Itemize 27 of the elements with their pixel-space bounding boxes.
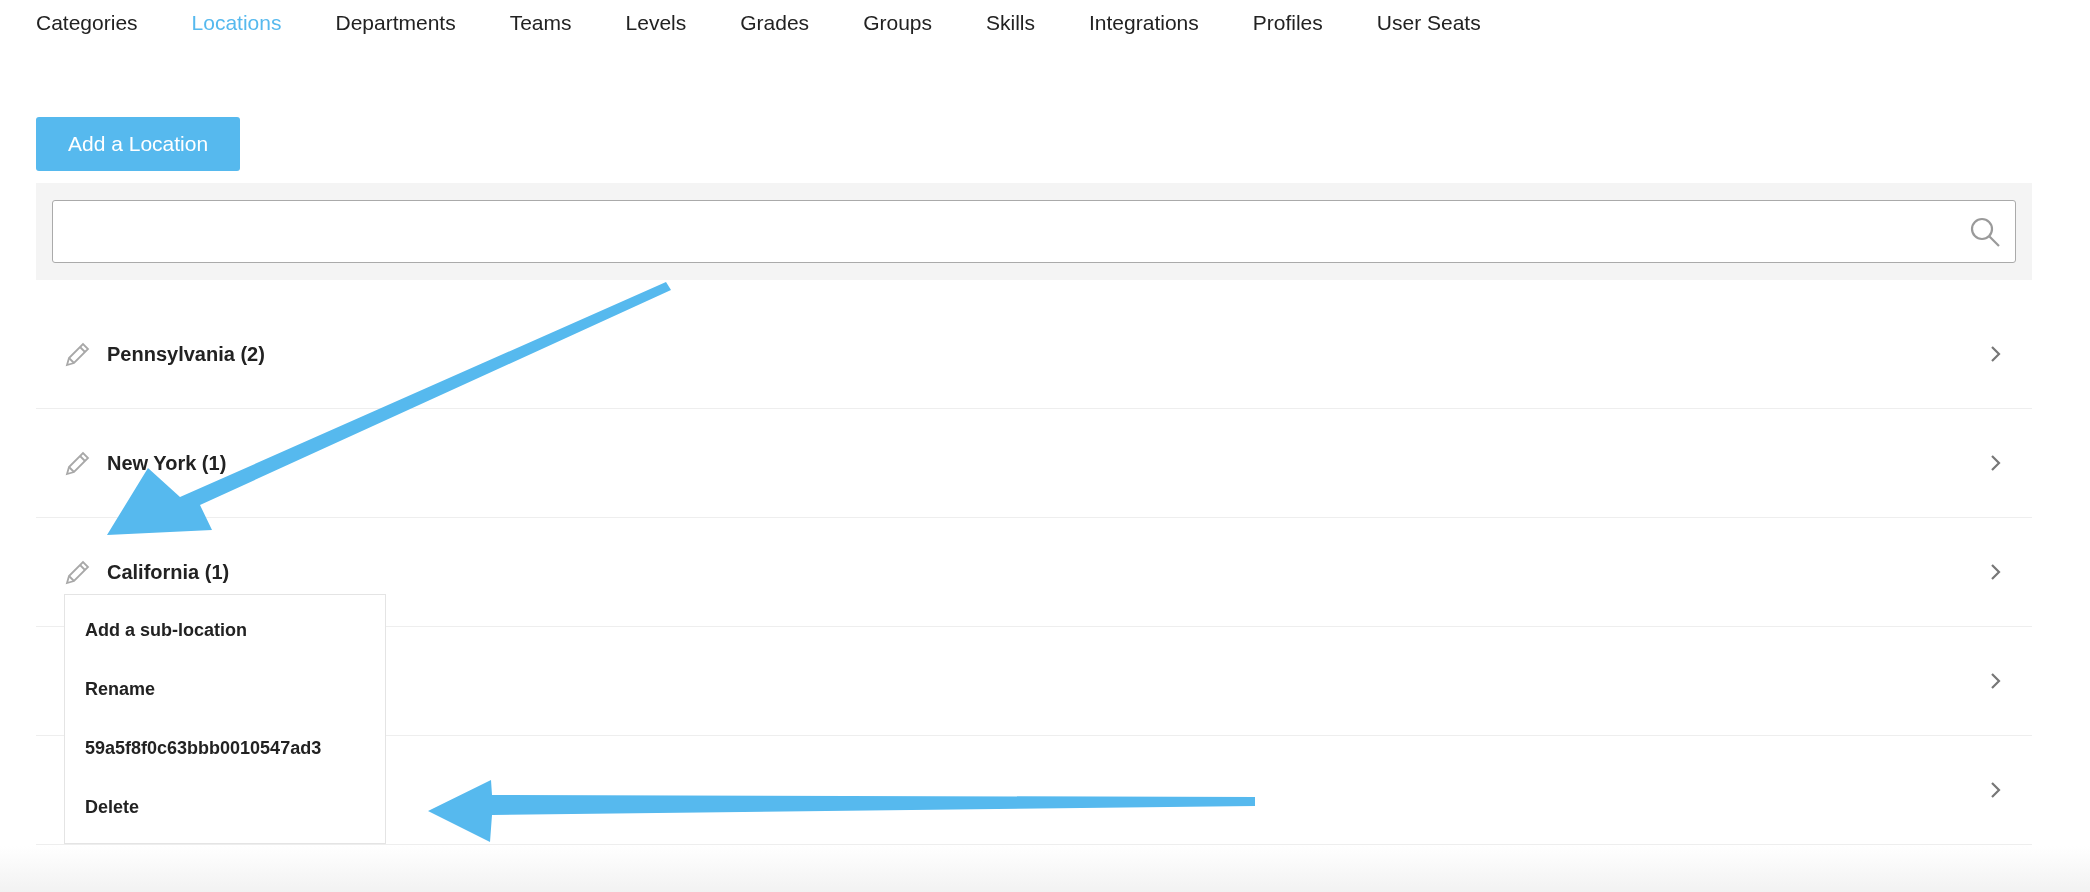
tab[interactable]: Departments: [335, 7, 456, 39]
tab[interactable]: Skills: [986, 7, 1035, 39]
chevron-right-icon[interactable]: [1990, 454, 2002, 472]
chevron-right-icon[interactable]: [1990, 345, 2002, 363]
chevron-right-icon[interactable]: [1990, 563, 2002, 581]
pencil-icon[interactable]: [64, 340, 92, 368]
tab[interactable]: Teams: [509, 7, 572, 39]
location-name[interactable]: Pennsylvania (2): [107, 339, 265, 369]
menu-item[interactable]: Delete: [65, 778, 385, 837]
menu-item[interactable]: Rename: [65, 660, 385, 719]
tab[interactable]: Integrations: [1089, 7, 1199, 39]
menu-item[interactable]: 59a5f8f0c63bbb0010547ad3: [65, 719, 385, 778]
chevron-right-icon[interactable]: [1990, 672, 2002, 690]
tab[interactable]: Profiles: [1252, 7, 1323, 39]
tab[interactable]: Categories: [36, 7, 138, 39]
tab[interactable]: Groups: [863, 7, 932, 39]
tab[interactable]: User Seats: [1376, 7, 1481, 39]
location-name[interactable]: New York (1): [107, 448, 227, 478]
search-icon: [1969, 215, 2001, 248]
search-field[interactable]: [52, 200, 2016, 263]
pencil-icon[interactable]: [64, 449, 92, 477]
menu-item[interactable]: Add a sub-location: [65, 601, 385, 660]
chevron-right-icon[interactable]: [1990, 781, 2002, 799]
tab[interactable]: Levels: [625, 7, 687, 39]
location-name[interactable]: California (1): [107, 557, 230, 587]
pencil-icon[interactable]: [64, 558, 92, 586]
tab[interactable]: Grades: [740, 7, 810, 39]
